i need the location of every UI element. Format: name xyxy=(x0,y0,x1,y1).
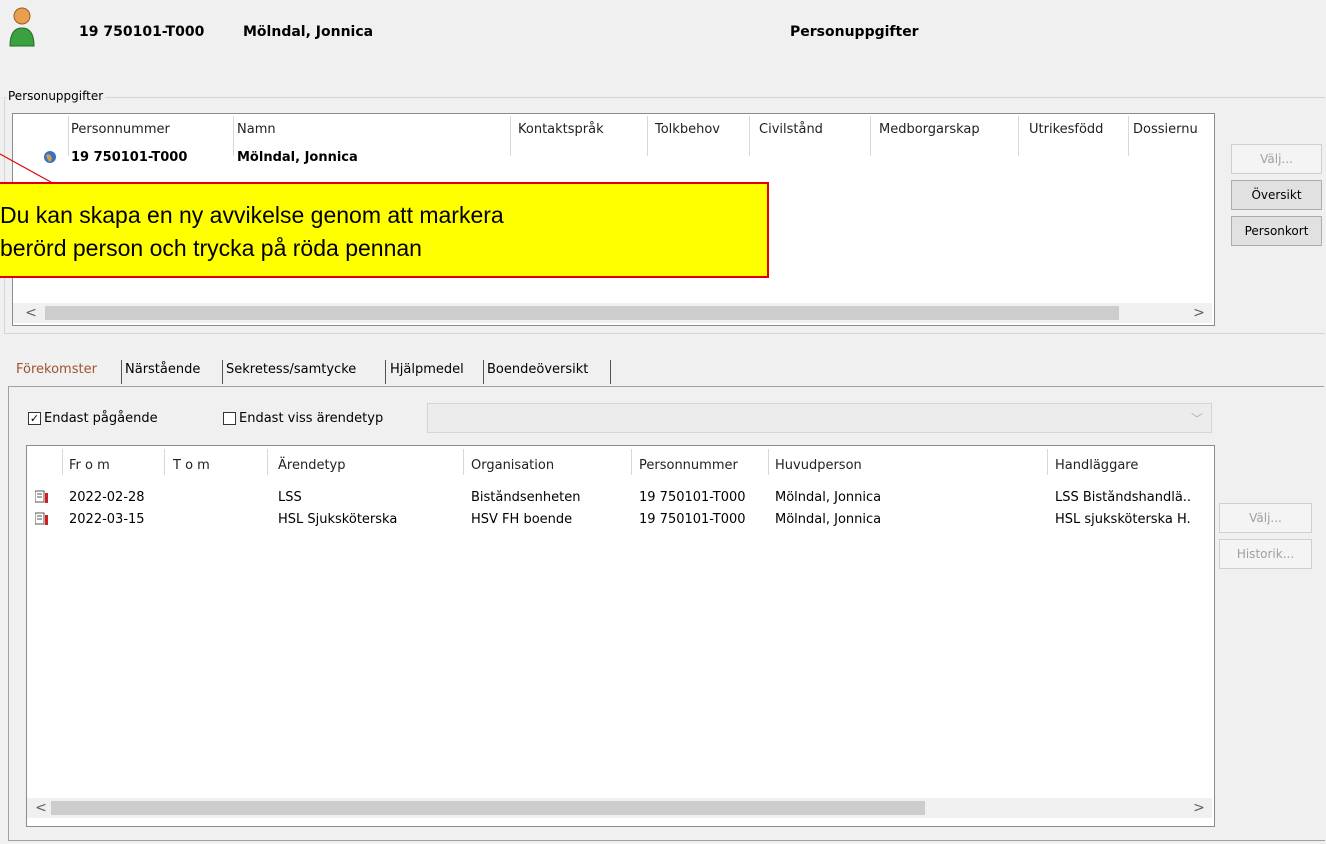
col-namn[interactable]: Namn xyxy=(237,122,276,137)
case-icon xyxy=(34,512,49,526)
row1-from: 2022-02-28 xyxy=(69,490,145,505)
tab-forekomster[interactable]: Förekomster xyxy=(16,362,97,377)
col-utrikesfodd[interactable]: Utrikesfödd xyxy=(1029,122,1103,137)
row2-type: HSL Sjuksköterska xyxy=(278,512,398,527)
person-valj-button[interactable]: Välj... xyxy=(1231,144,1322,174)
scroll-right-icon[interactable]: > xyxy=(1189,798,1209,818)
scroll-thumb[interactable] xyxy=(51,801,925,815)
only-ongoing-checkbox[interactable]: ✓ xyxy=(28,412,41,425)
header-name: Mölndal, Jonnica xyxy=(243,24,374,40)
only-ongoing-label: Endast pågående xyxy=(44,411,158,426)
callout-text-line2: berörd person och trycka på röda pennan xyxy=(0,235,422,261)
col-tolkbehov[interactable]: Tolkbehov xyxy=(655,122,720,137)
personkort-button[interactable]: Personkort xyxy=(1231,216,1322,246)
tab-hjalpmedel[interactable]: Hjälpmedel xyxy=(390,362,464,377)
callout-box xyxy=(0,182,769,278)
scroll-right-icon[interactable]: > xyxy=(1189,303,1209,323)
col-handlaggare[interactable]: Handläggare xyxy=(1055,458,1138,473)
col-personnummer[interactable]: Personnummer xyxy=(71,122,170,137)
historik-button[interactable]: Historik... xyxy=(1219,539,1312,569)
col-medborgarskap[interactable]: Medborgarskap xyxy=(879,122,980,137)
row1-type: LSS xyxy=(278,490,302,505)
page-title: Personuppgifter xyxy=(790,24,919,40)
tab-narstaende[interactable]: Närstående xyxy=(125,362,200,377)
row2-person: Mölndal, Jonnica xyxy=(775,512,882,527)
col-from[interactable]: Fr o m xyxy=(69,458,110,473)
person-row[interactable]: 19 750101-T000 Mölndal, Jonnica xyxy=(13,146,1212,168)
scroll-thumb[interactable] xyxy=(45,306,1119,320)
row2-from: 2022-03-15 xyxy=(69,512,145,527)
col-personnummer-case[interactable]: Personnummer xyxy=(639,458,738,473)
row2-pnr: 19 750101-T000 xyxy=(639,512,746,527)
cases-valj-button[interactable]: Välj... xyxy=(1219,503,1312,533)
callout-text-line1: Du kan skapa en ny avvikelse genom att m… xyxy=(0,202,504,228)
person-avatar-icon xyxy=(8,6,36,50)
case-type-dropdown[interactable]: ﹀ xyxy=(427,403,1212,433)
cases-table-hscrollbar[interactable]: < > xyxy=(27,798,1212,818)
scroll-left-icon[interactable]: < xyxy=(21,303,41,323)
col-organisation[interactable]: Organisation xyxy=(471,458,554,473)
row2-handler: HSL sjuksköterska H. xyxy=(1055,512,1191,527)
row1-org: Biståndsenheten xyxy=(471,490,581,505)
table-row[interactable]: 2022-03-15 HSL Sjuksköterska HSV FH boen… xyxy=(27,510,1212,530)
col-huvudperson[interactable]: Huvudperson xyxy=(775,458,862,473)
header-personnummer: 19 750101-T000 xyxy=(79,24,205,40)
case-type-label: Endast viss ärendetyp xyxy=(239,411,384,426)
table-row[interactable]: 2022-02-28 LSS Biståndsenheten 19 750101… xyxy=(27,488,1212,508)
col-kontaktsprak[interactable]: Kontaktspråk xyxy=(518,122,604,137)
col-civilstand[interactable]: Civilstånd xyxy=(759,122,823,137)
person-table-hscrollbar[interactable]: < > xyxy=(13,303,1212,323)
scroll-left-icon[interactable]: < xyxy=(31,798,51,818)
case-type-checkbox[interactable] xyxy=(223,412,236,425)
tab-sekretess[interactable]: Sekretess/samtycke xyxy=(226,362,356,377)
col-arendetyp[interactable]: Ärendetyp xyxy=(278,458,345,473)
col-dossiernummer[interactable]: Dossiernu xyxy=(1133,122,1213,137)
row1-handler: LSS Biståndshandlä.. xyxy=(1055,490,1192,505)
oversikt-button[interactable]: Översikt xyxy=(1231,180,1322,210)
tab-boendeoversikt[interactable]: Boendeöversikt xyxy=(487,362,588,377)
col-to[interactable]: T o m xyxy=(173,458,210,473)
chevron-down-icon: ﹀ xyxy=(1190,412,1203,426)
person-row-personnummer: 19 750101-T000 xyxy=(71,150,188,165)
case-icon xyxy=(34,490,49,504)
cases-table[interactable]: Fr o m T o m Ärendetyp Organisation Pers… xyxy=(26,445,1215,827)
row1-person: Mölndal, Jonnica xyxy=(775,490,882,505)
person-row-name: Mölndal, Jonnica xyxy=(237,150,358,165)
person-groupbox-label: Personuppgifter xyxy=(6,89,106,103)
row2-org: HSV FH boende xyxy=(471,512,573,527)
row1-pnr: 19 750101-T000 xyxy=(639,490,746,505)
